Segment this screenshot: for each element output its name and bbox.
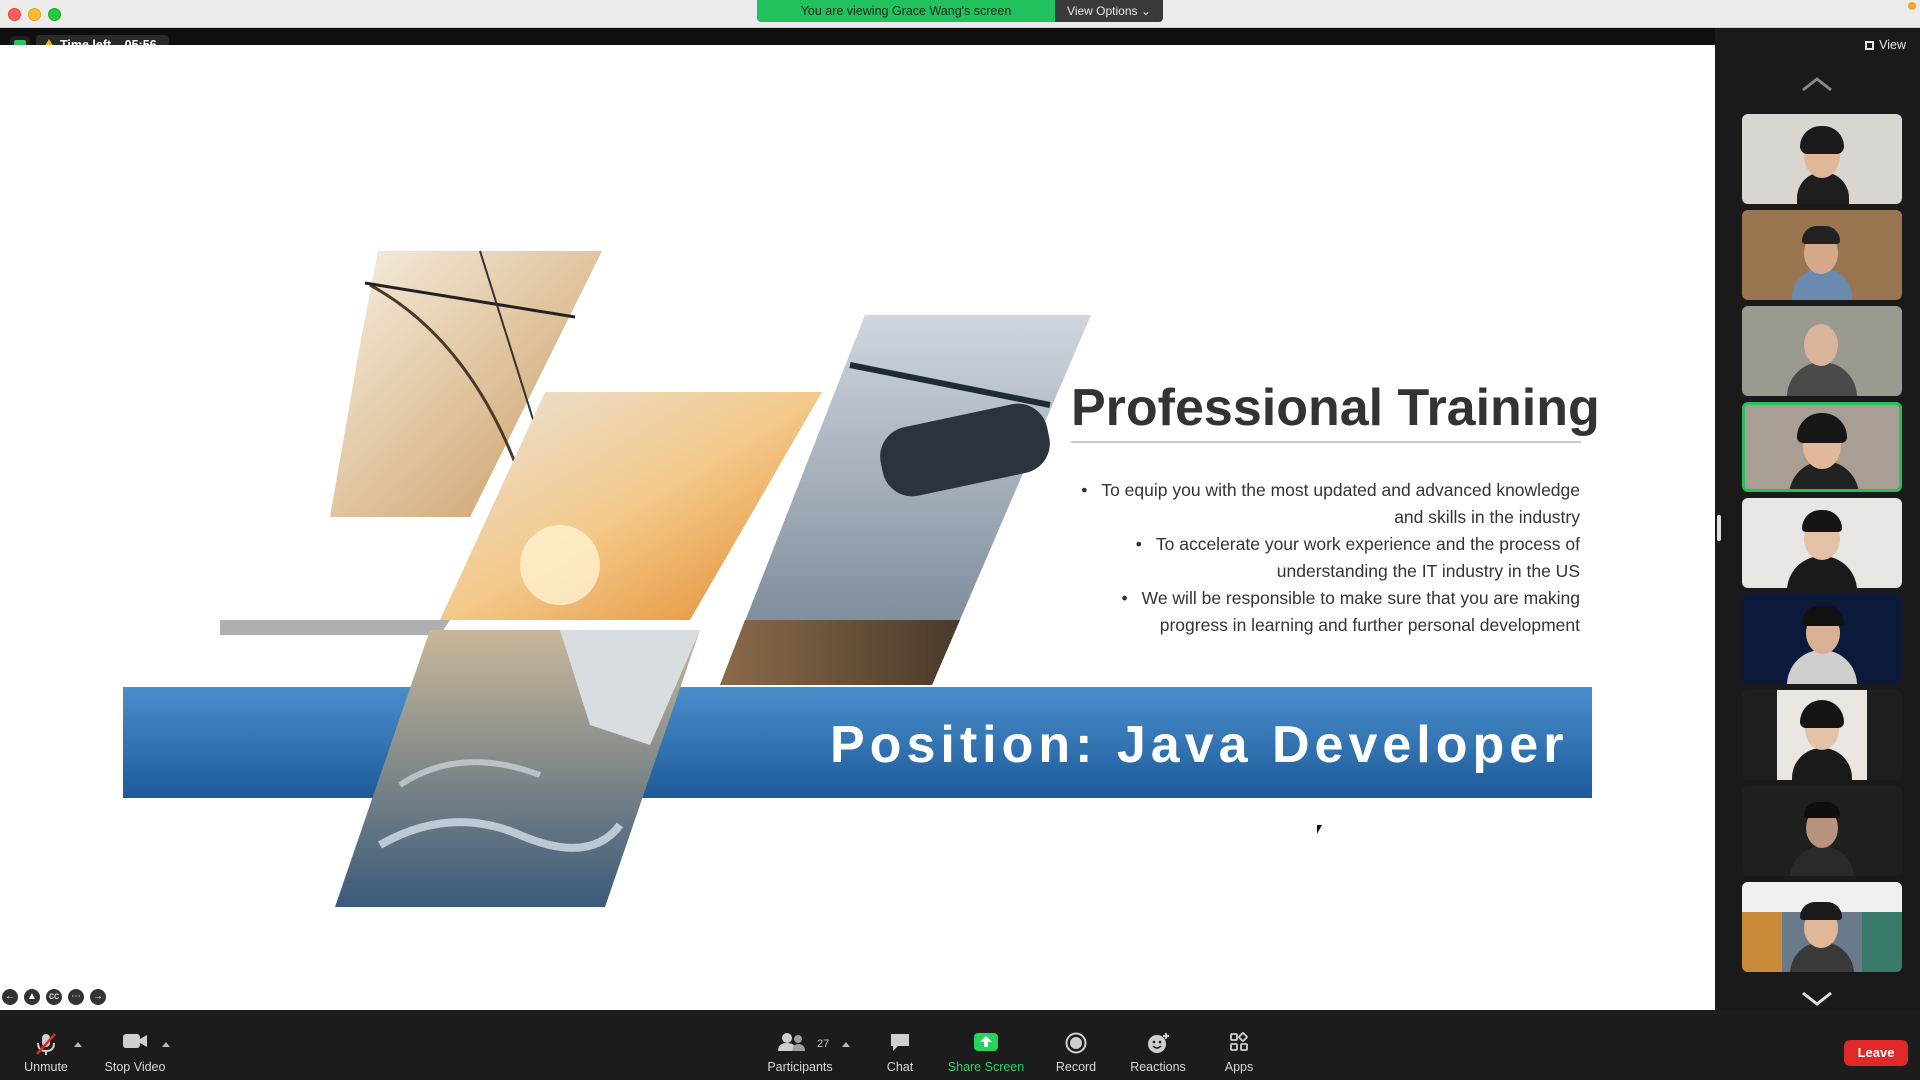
bullet-2-line-1: To accelerate your work experience and t…	[1155, 534, 1580, 554]
bullet-item: • To equip you with the most updated and …	[1060, 477, 1580, 531]
more-icon[interactable]: ⋯	[68, 989, 84, 1005]
participant-tile[interactable]	[1742, 882, 1902, 972]
zoom-window-button[interactable]	[48, 8, 61, 21]
participant-count: 27	[817, 1038, 830, 1050]
participants-label: Participants	[767, 1060, 833, 1074]
chevron-down-icon: ⌄	[1140, 4, 1151, 18]
leave-button[interactable]: Leave	[1844, 1040, 1908, 1066]
stop-video-button[interactable]: Stop Video	[98, 1010, 172, 1080]
bullet-3-line-2: progress in learning and further persona…	[1159, 615, 1580, 635]
audio-options-caret-icon[interactable]	[74, 1042, 82, 1047]
share-screen-label: Share Screen	[947, 1060, 1025, 1074]
chat-label: Chat	[886, 1060, 914, 1074]
grid-view-icon	[1865, 41, 1875, 50]
record-icon	[1065, 1032, 1087, 1054]
next-slide-icon[interactable]: →	[90, 989, 106, 1005]
view-options-label: View Options	[1067, 4, 1138, 18]
bullet-dot-icon: •	[1121, 588, 1128, 608]
minimize-window-button[interactable]	[28, 8, 41, 21]
position-banner-text: Position: Java Developer	[830, 716, 1569, 774]
chat-button[interactable]: Chat	[873, 1010, 927, 1080]
share-screen-icon	[974, 1033, 998, 1051]
record-label: Record	[1055, 1060, 1097, 1074]
unmute-button[interactable]: Unmute	[16, 1010, 76, 1080]
scroll-down-chevron-icon[interactable]	[1801, 990, 1833, 1006]
bullet-item: • We will be responsible to make sure tha…	[1060, 585, 1580, 639]
viewing-screen-banner: You are viewing Grace Wang's screen	[757, 0, 1055, 22]
apps-label: Apps	[1224, 1060, 1254, 1074]
record-button[interactable]: Record	[1050, 1010, 1102, 1080]
title-divider	[1071, 441, 1581, 443]
view-options-button[interactable]: View Options ⌄	[1055, 0, 1163, 22]
status-dot-icon	[1908, 2, 1916, 10]
participants-options-caret-icon[interactable]	[842, 1042, 850, 1047]
view-label: View	[1879, 38, 1906, 52]
slide-bullets: • To equip you with the most updated and …	[1060, 477, 1580, 639]
reactions-label: Reactions	[1130, 1060, 1186, 1074]
bullet-3-line-1: We will be responsible to make sure that…	[1141, 588, 1580, 608]
slide-controls: ← ▲ cc ⋯ →	[2, 989, 106, 1005]
captions-icon[interactable]: cc	[46, 989, 62, 1005]
participant-gallery: View	[1715, 28, 1920, 1010]
scroll-up-chevron-icon[interactable]	[1801, 76, 1833, 92]
window-title-bar: You are viewing Grace Wang's screen View…	[0, 0, 1920, 28]
participant-tile[interactable]	[1742, 498, 1902, 588]
view-button[interactable]: View	[1865, 38, 1906, 52]
bullet-item: • To accelerate your work experience and …	[1060, 531, 1580, 585]
pen-icon[interactable]: ▲	[24, 989, 40, 1005]
participants-icon	[778, 1033, 805, 1051]
reactions-button[interactable]: Reactions	[1124, 1010, 1192, 1080]
bullet-1-line-1: To equip you with the most updated and a…	[1101, 480, 1580, 500]
participant-tile[interactable]	[1742, 210, 1902, 300]
active-speaker-tile[interactable]	[1742, 402, 1902, 492]
participant-tile[interactable]	[1742, 114, 1902, 204]
bullet-1-line-2: and skills in the industry	[1394, 507, 1580, 527]
share-top-strip	[0, 28, 1715, 45]
bullet-2-line-2: understanding the IT industry in the US	[1276, 561, 1580, 581]
apps-button[interactable]: Apps	[1214, 1010, 1264, 1080]
chat-bubble-icon	[891, 1034, 909, 1051]
mouse-cursor	[1317, 825, 1322, 834]
bullet-dot-icon: •	[1081, 480, 1088, 500]
participant-tile[interactable]	[1742, 306, 1902, 396]
bullet-dot-icon: •	[1135, 534, 1142, 554]
participant-tile[interactable]	[1742, 690, 1902, 780]
slide-title: Professional Training	[1071, 379, 1600, 437]
video-options-caret-icon[interactable]	[162, 1042, 170, 1047]
video-camera-icon	[123, 1034, 147, 1048]
reactions-smiley-icon	[1148, 1033, 1169, 1053]
participant-tile[interactable]	[1742, 594, 1902, 684]
unmute-label: Unmute	[24, 1060, 68, 1074]
close-window-button[interactable]	[8, 8, 21, 21]
previous-slide-icon[interactable]: ←	[2, 989, 18, 1005]
meeting-toolbar: Unmute Stop Video Participants 27 Chat S…	[0, 1010, 1920, 1080]
participants-button[interactable]: Participants	[758, 1010, 842, 1080]
muted-microphone-icon	[36, 1033, 56, 1055]
participant-tile[interactable]	[1742, 786, 1902, 876]
apps-icon	[1230, 1032, 1248, 1051]
share-screen-button[interactable]: Share Screen	[946, 1010, 1026, 1080]
gallery-resize-handle[interactable]	[1717, 515, 1721, 541]
shared-slide: Professional Training • To equip you with…	[0, 45, 1715, 1010]
stop-video-label: Stop Video	[104, 1060, 166, 1074]
